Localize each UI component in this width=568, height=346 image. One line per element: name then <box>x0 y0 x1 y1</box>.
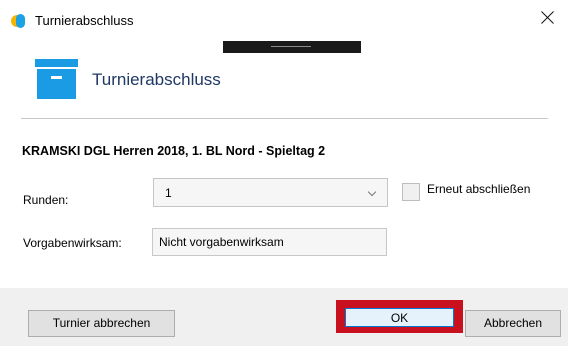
vorgabe-label: Vorgabenwirksam: <box>23 236 122 250</box>
window-title: Turnierabschluss <box>35 13 134 28</box>
dialog-heading: Turnierabschluss <box>92 70 221 89</box>
runden-value: 1 <box>165 186 172 200</box>
runden-label: Runden: <box>23 193 69 207</box>
tournament-name: KRAMSKI DGL Herren 2018, 1. BL Nord - Sp… <box>22 144 326 158</box>
divider <box>21 118 548 119</box>
cancel-button[interactable]: Abbrechen <box>465 310 561 337</box>
reclose-label[interactable]: Erneut abschließen <box>427 182 530 196</box>
vorgabe-value: Nicht vorgabenwirksam <box>159 235 284 249</box>
close-icon[interactable] <box>536 6 560 30</box>
app-logo-icon <box>11 14 25 28</box>
redacted-bar <box>223 41 361 53</box>
reclose-checkbox[interactable] <box>402 183 420 201</box>
runden-select[interactable]: 1 <box>153 178 388 207</box>
archive-box-icon <box>35 59 78 99</box>
chevron-down-icon <box>367 187 377 197</box>
vorgabe-field[interactable]: Nicht vorgabenwirksam <box>152 228 387 256</box>
ok-button[interactable]: OK <box>345 308 454 327</box>
title-bar: Turnierabschluss <box>0 0 568 40</box>
abort-tournament-button[interactable]: Turnier abbrechen <box>28 310 175 337</box>
